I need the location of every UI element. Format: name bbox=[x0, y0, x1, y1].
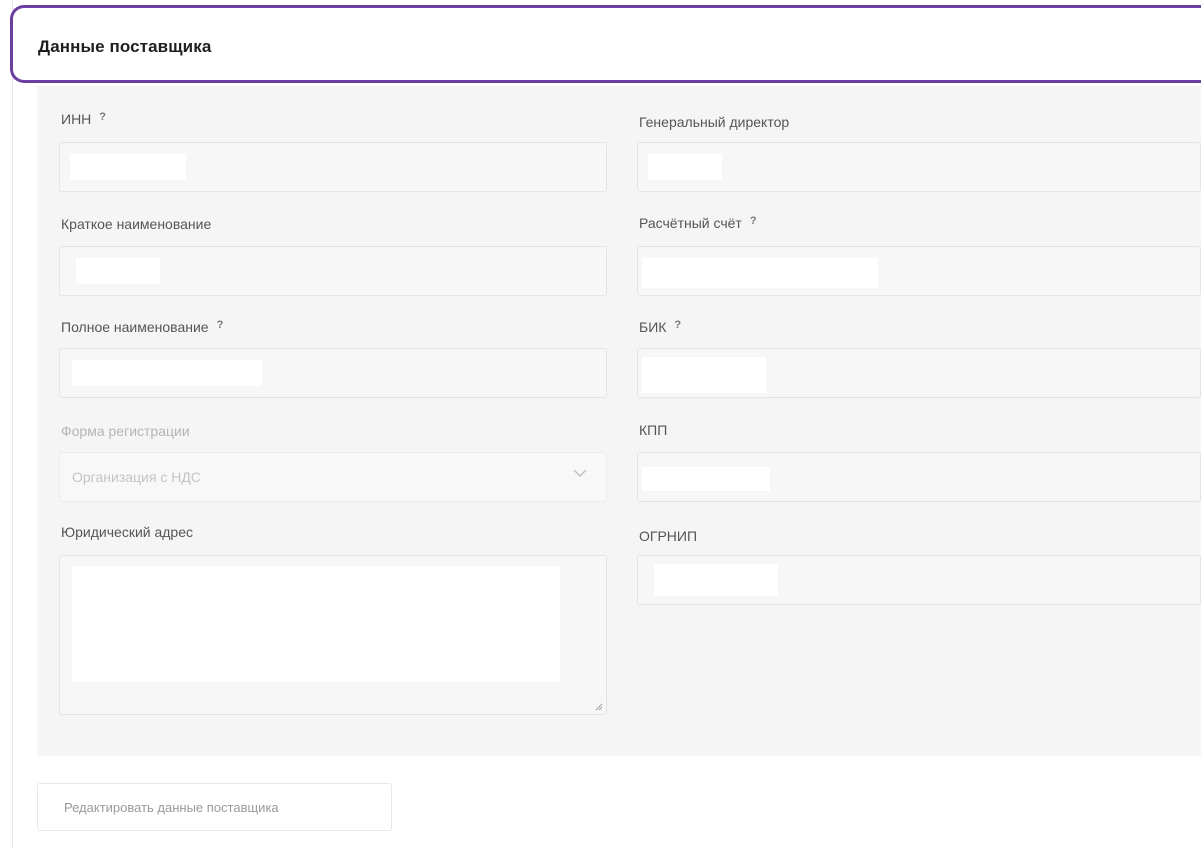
inn-label: ИНН? bbox=[61, 111, 106, 127]
registration-form-label: Форма регистрации bbox=[61, 423, 190, 439]
ogrnip-label-text: ОГРНИП bbox=[639, 528, 698, 544]
chevron-down-icon[interactable] bbox=[572, 465, 588, 481]
section-title: Данные поставщика bbox=[38, 37, 212, 56]
ogrnip-value-mask bbox=[654, 564, 778, 596]
legal-address-value-mask bbox=[72, 566, 560, 682]
general-director-input[interactable] bbox=[637, 142, 1201, 192]
resize-handle-icon[interactable] bbox=[595, 703, 603, 711]
full-name-label: Полное наименование? bbox=[61, 319, 223, 335]
short-name-value-mask bbox=[76, 258, 160, 284]
registration-form-select[interactable]: Организация с НДС bbox=[59, 452, 607, 502]
bik-input[interactable] bbox=[637, 348, 1201, 398]
general-director-label: Генеральный директор bbox=[639, 114, 789, 130]
left-sidebar-edge bbox=[0, 0, 13, 848]
kpp-value-mask bbox=[642, 467, 770, 491]
settlement-account-label: Расчётный счёт? bbox=[639, 215, 757, 231]
bik-label-text: БИК bbox=[639, 319, 667, 335]
settlement-account-value-mask bbox=[642, 258, 878, 288]
settlement-account-help-icon[interactable]: ? bbox=[750, 215, 757, 227]
registration-form-label-text: Форма регистрации bbox=[61, 423, 190, 439]
short-name-input[interactable] bbox=[59, 246, 607, 296]
settlement-account-label-text: Расчётный счёт bbox=[639, 215, 742, 231]
ogrnip-label: ОГРНИП bbox=[639, 528, 697, 544]
bik-value-mask bbox=[642, 357, 766, 393]
bik-label: БИК? bbox=[639, 319, 681, 335]
section-header: Данные поставщика bbox=[10, 5, 1201, 83]
inn-input[interactable] bbox=[59, 142, 607, 192]
bik-help-icon[interactable]: ? bbox=[674, 319, 681, 331]
short-name-label: Краткое наименование bbox=[61, 216, 211, 232]
kpp-input[interactable] bbox=[637, 452, 1201, 502]
edit-supplier-data-button[interactable]: Редактировать данные поставщика bbox=[37, 783, 392, 831]
full-name-input[interactable] bbox=[59, 348, 607, 398]
short-name-label-text: Краткое наименование bbox=[61, 216, 212, 232]
full-name-value-mask bbox=[72, 360, 262, 386]
general-director-label-text: Генеральный директор bbox=[639, 114, 790, 130]
inn-help-icon[interactable]: ? bbox=[99, 111, 106, 123]
legal-address-label: Юридический адрес bbox=[61, 524, 193, 540]
kpp-label: КПП bbox=[639, 422, 667, 438]
registration-form-value: Организация с НДС bbox=[72, 469, 201, 485]
supplier-form-panel: ИНН? Краткое наименование Полное наимено… bbox=[37, 86, 1201, 756]
supplier-data-page: Данные поставщика ИНН? Краткое наименова… bbox=[0, 0, 1201, 848]
settlement-account-input[interactable] bbox=[637, 246, 1201, 296]
inn-value-mask bbox=[70, 154, 186, 180]
legal-address-label-text: Юридический адрес bbox=[61, 524, 194, 540]
kpp-label-text: КПП bbox=[639, 422, 668, 438]
full-name-label-text: Полное наименование bbox=[61, 319, 209, 335]
legal-address-textarea[interactable] bbox=[59, 555, 607, 715]
inn-label-text: ИНН bbox=[61, 111, 92, 127]
general-director-value-mask bbox=[648, 154, 722, 180]
ogrnip-input[interactable] bbox=[637, 555, 1201, 605]
full-name-help-icon[interactable]: ? bbox=[217, 319, 224, 331]
